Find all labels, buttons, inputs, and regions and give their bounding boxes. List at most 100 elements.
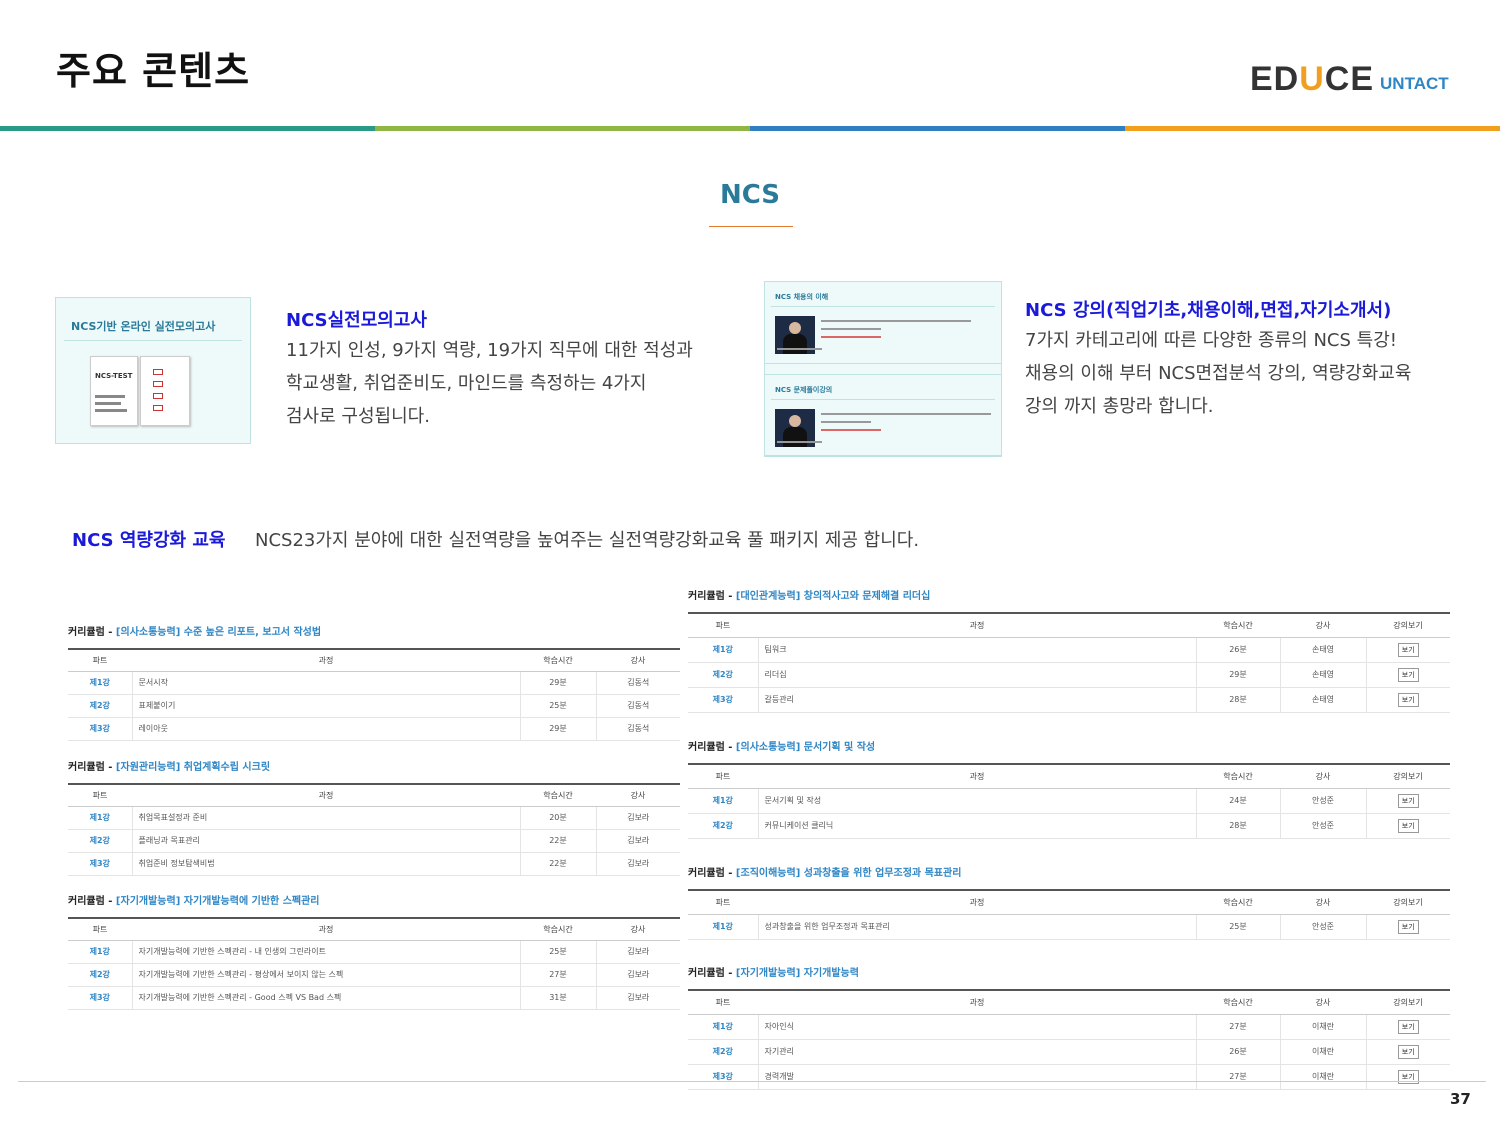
curriculum-table: 커리큘럼 - [자원관리능력] 취업계획수립 시크릿 파트 과정 학습시간 강사 제1강 취… bbox=[68, 759, 680, 876]
lecture-panel: NCS 채용의 이해 bbox=[765, 282, 1001, 364]
view-lecture-button[interactable]: 보기 bbox=[1397, 1044, 1419, 1059]
section-underline bbox=[709, 226, 793, 227]
view-lecture-button[interactable]: 보기 bbox=[1397, 919, 1419, 934]
check-mark bbox=[153, 369, 163, 375]
cell-course: 플래닝과 목표관리 bbox=[131, 829, 521, 853]
cell-course: 자기관리 bbox=[757, 1039, 1197, 1065]
cell-time: 26분 bbox=[1196, 637, 1281, 663]
column-header: 과정 bbox=[132, 917, 520, 941]
table-row: 제2강 자기개발능력에 기반한 스펙관리 - 평상에서 보이지 않는 스펙 27분 김… bbox=[68, 963, 680, 987]
cell-view: 보기 bbox=[1365, 1039, 1450, 1065]
cell-part: 제1강 bbox=[688, 637, 758, 663]
column-header: 강사 bbox=[1280, 989, 1366, 1015]
competency-education-text: NCS23가지 분야에 대한 실전역량을 높여주는 실전역량강화교육 풀 패키지… bbox=[255, 530, 920, 551]
curriculum-subject: [대인관계능력] 창의적사고와 문제해결 리더십 bbox=[735, 591, 931, 602]
cell-time: 22분 bbox=[520, 829, 597, 853]
booklet-label: NCS-TEST bbox=[95, 372, 133, 380]
booklet-text-line bbox=[95, 395, 125, 398]
column-header: 과정 bbox=[758, 989, 1196, 1015]
cell-time: 25분 bbox=[1196, 914, 1281, 940]
column-header: 강사 bbox=[596, 917, 680, 941]
curriculum-subject: [조직이해능력] 성과창출을 위한 업무조정과 목표관리 bbox=[735, 868, 962, 879]
cell-course: 문서기획 및 작성 bbox=[757, 788, 1197, 814]
cell-view: 보기 bbox=[1365, 813, 1450, 839]
test-booklet-image: NCS-TEST bbox=[90, 356, 138, 426]
cell-inst: 김보라 bbox=[595, 829, 680, 853]
text-line: 학교생활, 취업준비도, 마인드를 측정하는 4가지 bbox=[286, 373, 647, 394]
curriculum-table: 커리큘럼 - [자기개발능력] 자기개발능력 파트 과정 학습시간 강사 강의보기 제1강 자… bbox=[688, 965, 1450, 1090]
curriculum-title: 커리큘럼 - [의사소통능력] 문서기획 및 작성 bbox=[688, 739, 1450, 757]
divider bbox=[771, 399, 995, 400]
view-lecture-button[interactable]: 보기 bbox=[1397, 793, 1419, 808]
column-header: 학습시간 bbox=[520, 648, 596, 672]
competency-education-title: NCS 역량강화 교육 bbox=[72, 530, 226, 551]
cell-part: 제1강 bbox=[688, 914, 758, 940]
cell-course: 취업준비 정보탐색비법 bbox=[131, 852, 521, 876]
table-row: 제3강 자기개발능력에 기반한 스펙관리 - Good 스펙 VS Bad 스펙 3… bbox=[68, 986, 680, 1010]
cell-part: 제2강 bbox=[688, 662, 758, 688]
cell-inst: 김보라 bbox=[595, 806, 680, 830]
cell-part: 제2강 bbox=[688, 1039, 758, 1065]
footer-divider bbox=[18, 1081, 1486, 1082]
table-row: 제3강 레이아웃 29분 김동석 bbox=[68, 717, 680, 741]
column-header: 파트 bbox=[688, 612, 758, 638]
text-line: 검사로 구성됩니다. bbox=[286, 406, 430, 427]
text-line bbox=[821, 320, 971, 322]
cell-part: 제2강 bbox=[68, 829, 132, 853]
column-header: 과정 bbox=[758, 763, 1196, 789]
color-bar-segment bbox=[375, 126, 750, 131]
text-line bbox=[821, 336, 881, 338]
cell-time: 29분 bbox=[520, 671, 597, 695]
mock-test-description: 11가지 인성, 9가지 역량, 19가지 직무에 대한 적성과 학교생활, 취… bbox=[286, 334, 693, 433]
cell-view: 보기 bbox=[1365, 1064, 1450, 1090]
cell-inst: 김보라 bbox=[595, 940, 680, 964]
cell-course: 갈등관리 bbox=[757, 687, 1197, 713]
cell-time: 20분 bbox=[520, 806, 597, 830]
cell-inst: 김보라 bbox=[595, 986, 680, 1010]
cell-part: 제2강 bbox=[68, 963, 132, 987]
cell-course: 자기개발능력에 기반한 스펙관리 - Good 스펙 VS Bad 스펙 bbox=[131, 986, 521, 1010]
table-row: 제1강 팀워크 26분 손태영 보기 bbox=[688, 637, 1450, 663]
cell-time: 25분 bbox=[520, 694, 597, 718]
cell-course: 성과창출을 위한 업무조정과 목표관리 bbox=[757, 914, 1197, 940]
curriculum-subject: [의사소통능력] 문서기획 및 작성 bbox=[735, 742, 876, 753]
color-bar-segment bbox=[1125, 126, 1500, 131]
lecture-title: NCS 강의(직업기초,채용이해,면접,자기소개서) bbox=[1025, 300, 1392, 321]
logo-sub: UNTACT bbox=[1380, 74, 1449, 93]
curriculum-label: 커리큘럼 - bbox=[688, 868, 736, 879]
cell-time: 24분 bbox=[1196, 788, 1281, 814]
cell-course: 취업목표설정과 준비 bbox=[131, 806, 521, 830]
curriculum-subject: [자기개발능력] 자기개발능력에 기반한 스펙관리 bbox=[115, 896, 320, 907]
curriculum-title: 커리큘럼 - [의사소통능력] 수준 높은 리포트, 보고서 작성법 bbox=[68, 624, 680, 642]
table-row: 제2강 커뮤니케이션 클리닉 28분 안성준 보기 bbox=[688, 813, 1450, 839]
column-header: 학습시간 bbox=[1196, 763, 1280, 789]
educe-logo: EDUCE UNTACT bbox=[1250, 56, 1449, 96]
view-lecture-button[interactable]: 보기 bbox=[1397, 642, 1419, 657]
cell-part: 제2강 bbox=[688, 813, 758, 839]
cell-time: 31분 bbox=[520, 986, 597, 1010]
divider bbox=[771, 306, 995, 307]
cell-inst: 김보라 bbox=[595, 852, 680, 876]
cell-view: 보기 bbox=[1365, 788, 1450, 814]
cell-inst: 안성준 bbox=[1279, 813, 1366, 839]
column-header: 강사 bbox=[1280, 763, 1366, 789]
view-lecture-button[interactable]: 보기 bbox=[1397, 818, 1419, 833]
color-bar-segment bbox=[750, 126, 1125, 131]
cell-course: 자기개발능력에 기반한 스펙관리 - 평상에서 보이지 않는 스펙 bbox=[131, 963, 521, 987]
cell-view: 보기 bbox=[1365, 662, 1450, 688]
column-header: 파트 bbox=[68, 917, 132, 941]
column-header: 파트 bbox=[688, 763, 758, 789]
column-header: 과정 bbox=[132, 648, 520, 672]
column-header: 강의보기 bbox=[1366, 612, 1450, 638]
curriculum-table: 커리큘럼 - [의사소통능력] 수준 높은 리포트, 보고서 작성법 파트 과정 학습… bbox=[68, 624, 680, 741]
view-lecture-button[interactable]: 보기 bbox=[1397, 667, 1419, 682]
text-line: 7가지 카테고리에 따른 다양한 종류의 NCS 특강! bbox=[1025, 330, 1397, 351]
cell-view: 보기 bbox=[1365, 1014, 1450, 1040]
cell-view: 보기 bbox=[1365, 637, 1450, 663]
view-lecture-button[interactable]: 보기 bbox=[1397, 692, 1419, 707]
text-line bbox=[821, 429, 881, 431]
column-header: 강사 bbox=[1280, 889, 1366, 915]
view-lecture-button[interactable]: 보기 bbox=[1397, 1019, 1419, 1034]
curriculum-title: 커리큘럼 - [대인관계능력] 창의적사고와 문제해결 리더십 bbox=[688, 588, 1450, 606]
check-mark bbox=[153, 381, 163, 387]
